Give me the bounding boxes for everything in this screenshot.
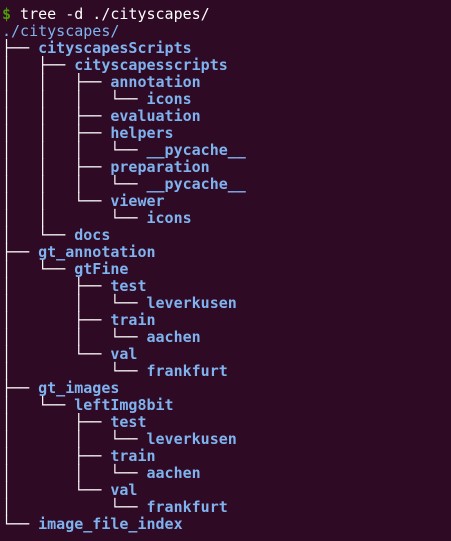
tree-line: ├── gt_annotation	[0, 244, 451, 261]
tree-branch-prefix: │ │ └──	[2, 328, 147, 346]
tree-branch-prefix: ├──	[2, 379, 39, 397]
tree-line: │ └── val	[0, 482, 451, 499]
tree-branch-prefix: │ └──	[2, 260, 75, 278]
directory-name: gtFine	[74, 260, 129, 278]
tree-branch-prefix: │ │ ├──	[2, 158, 111, 176]
directory-name: aachen	[146, 464, 201, 482]
tree-listing: ./cityscapes/├── cityscapesScripts │ ├── …	[0, 23, 451, 533]
tree-branch-prefix: │ └──	[2, 226, 75, 244]
tree-line: │ │ └── viewer	[0, 193, 451, 210]
tree-line: │ └── val	[0, 346, 451, 363]
tree-line: │ ├── test	[0, 278, 451, 295]
command-text: tree -d ./cityscapes/	[11, 5, 210, 23]
directory-name: test	[110, 413, 147, 431]
tree-branch-prefix: │ │ └──	[2, 294, 147, 312]
directory-name: viewer	[110, 192, 165, 210]
directory-name: val	[110, 345, 138, 363]
tree-line: │ │ ├── evaluation	[0, 108, 451, 125]
tree-branch-prefix: │ ├──	[2, 447, 111, 465]
tree-branch-prefix: │ │ └──	[2, 430, 147, 448]
tree-branch-prefix: │ │ │ └──	[2, 90, 147, 108]
tree-line: │ │ ├── annotation	[0, 74, 451, 91]
directory-name: frankfurt	[146, 362, 228, 380]
tree-line: │ │ │ └── icons	[0, 91, 451, 108]
tree-line: │ │ └── aachen	[0, 329, 451, 346]
tree-branch-prefix: │ ├──	[2, 311, 111, 329]
directory-name: icons	[146, 90, 192, 108]
tree-line: │ │ └── leverkusen	[0, 431, 451, 448]
directory-name: evaluation	[110, 107, 201, 125]
directory-name: train	[110, 447, 156, 465]
tree-line: │ └── leftImg8bit	[0, 397, 451, 414]
tree-line: │ └── gtFine	[0, 261, 451, 278]
directory-name: aachen	[146, 328, 201, 346]
tree-line: │ ├── train	[0, 312, 451, 329]
directory-name: leftImg8bit	[74, 396, 174, 414]
tree-branch-prefix: │ └──	[2, 362, 147, 380]
directory-name: cityscapesScripts	[38, 39, 192, 57]
tree-line: │ │ ├── helpers	[0, 125, 451, 142]
directory-name: helpers	[110, 124, 174, 142]
directory-name: leverkusen	[146, 294, 237, 312]
directory-name: leverkusen	[146, 430, 237, 448]
tree-branch-prefix: ├──	[2, 243, 39, 261]
tree-line: ├── gt_images	[0, 380, 451, 397]
tree-line: │ │ └── leverkusen	[0, 295, 451, 312]
tree-branch-prefix: │ │ ├──	[2, 73, 111, 91]
directory-name: cityscapesscripts	[74, 56, 228, 74]
tree-branch-prefix: │ │ └──	[2, 209, 147, 227]
directory-name: __pycache__	[146, 175, 246, 193]
tree-line: │ ├── cityscapesscripts	[0, 57, 451, 74]
tree-line: ├── cityscapesScripts	[0, 40, 451, 57]
directory-name: test	[110, 277, 147, 295]
tree-branch-prefix: │ │ │ └──	[2, 175, 147, 193]
tree-line: │ ├── test	[0, 414, 451, 431]
directory-name: gt_annotation	[38, 243, 156, 261]
prompt-line: $ tree -d ./cityscapes/	[0, 6, 451, 23]
directory-name: docs	[74, 226, 111, 244]
tree-branch-prefix: │ ├──	[2, 413, 111, 431]
tree-branch-prefix: └──	[2, 515, 39, 533]
tree-line: │ ├── train	[0, 448, 451, 465]
tree-line: │ │ └── icons	[0, 210, 451, 227]
tree-branch-prefix: │ │ └──	[2, 192, 111, 210]
tree-line: │ │ │ └── __pycache__	[0, 142, 451, 159]
tree-branch-prefix: │ └──	[2, 481, 111, 499]
tree-line: └── image_file_index	[0, 516, 451, 533]
terminal-output[interactable]: $ tree -d ./cityscapes/ ./cityscapes/├──…	[0, 0, 451, 541]
tree-root-name: ./cityscapes/	[2, 22, 120, 40]
tree-branch-prefix: │ │ └──	[2, 464, 147, 482]
tree-branch-prefix: │ └──	[2, 498, 147, 516]
directory-name: frankfurt	[146, 498, 228, 516]
tree-line: │ └── frankfurt	[0, 499, 451, 516]
tree-branch-prefix: │ │ │ └──	[2, 141, 147, 159]
directory-name: icons	[146, 209, 192, 227]
directory-name: val	[110, 481, 138, 499]
tree-branch-prefix: ├──	[2, 39, 39, 57]
directory-name: annotation	[110, 73, 201, 91]
tree-branch-prefix: │ └──	[2, 396, 75, 414]
tree-branch-prefix: │ ├──	[2, 277, 111, 295]
prompt-symbol: $	[2, 5, 12, 23]
directory-name: image_file_index	[38, 515, 183, 533]
directory-name: train	[110, 311, 156, 329]
tree-line: │ │ ├── preparation	[0, 159, 451, 176]
tree-line: │ └── docs	[0, 227, 451, 244]
tree-line: │ │ └── aachen	[0, 465, 451, 482]
tree-branch-prefix: │ ├──	[2, 56, 75, 74]
tree-line: │ │ │ └── __pycache__	[0, 176, 451, 193]
tree-line: │ └── frankfurt	[0, 363, 451, 380]
directory-name: preparation	[110, 158, 210, 176]
tree-branch-prefix: │ │ ├──	[2, 124, 111, 142]
directory-name: gt_images	[38, 379, 120, 397]
directory-name: __pycache__	[146, 141, 246, 159]
tree-line: ./cityscapes/	[0, 23, 451, 40]
tree-branch-prefix: │ └──	[2, 345, 111, 363]
tree-branch-prefix: │ │ ├──	[2, 107, 111, 125]
